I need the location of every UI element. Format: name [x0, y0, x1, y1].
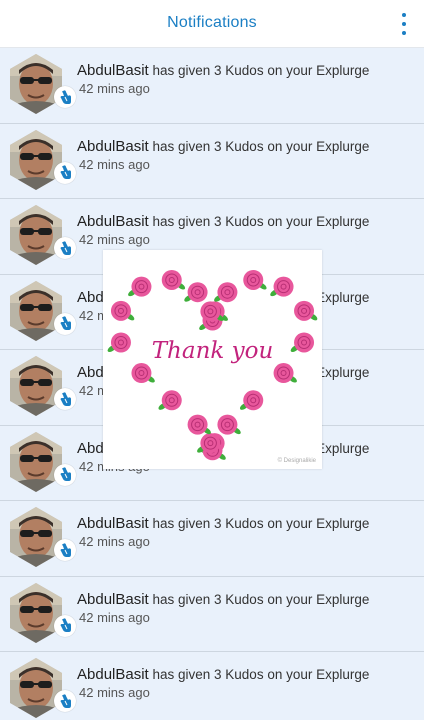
avatar[interactable]	[10, 129, 76, 190]
kudos-hand-icon	[60, 467, 71, 481]
kudos-hand-icon	[60, 693, 71, 708]
kudos-badge	[54, 388, 76, 410]
rose	[184, 282, 208, 303]
kudos-hand-icon	[60, 89, 71, 104]
notification-item[interactable]: AbdulBasit has given 3 Kudos on your Exp…	[0, 576, 424, 652]
rose	[131, 363, 155, 384]
rose	[161, 269, 186, 290]
rose	[214, 282, 238, 303]
timestamp: 42 mins ago	[79, 81, 150, 96]
kudos-badge	[54, 312, 76, 335]
thank-you-image[interactable]: Thank you © Designalikie	[103, 250, 322, 469]
kudos-badge	[54, 690, 76, 712]
rose	[273, 363, 297, 384]
timestamp: 42 mins ago	[79, 534, 150, 549]
avatar[interactable]	[10, 582, 76, 643]
notification-text: AbdulBasit has given 3 Kudos on your Exp…	[77, 515, 369, 532]
timestamp: 42 mins ago	[79, 609, 150, 625]
timestamp: 42 mins ago	[79, 685, 150, 700]
avatar-image	[10, 431, 62, 492]
user-name[interactable]: AbdulBasit	[77, 591, 149, 608]
kudos-hand-icon	[60, 240, 71, 255]
avatar-image	[10, 356, 62, 416]
rose	[270, 276, 294, 297]
kudos-hand-icon	[60, 618, 71, 632]
avatar-image	[10, 54, 62, 114]
timestamp: 42 mins ago	[79, 156, 150, 172]
notification-message: has given 3 Kudos on your Explurge	[152, 667, 370, 682]
rose	[239, 390, 264, 411]
rose	[187, 414, 211, 435]
kudos-badge	[54, 161, 76, 184]
kudos-badge	[54, 86, 76, 108]
kudos-hand-icon	[60, 165, 71, 179]
notification-message: has given 3 Kudos on your Explurge	[152, 138, 370, 154]
notification-text: AbdulBasit has given 3 Kudos on your Exp…	[77, 666, 369, 683]
dot	[402, 22, 406, 26]
user-name[interactable]: AbdulBasit	[77, 62, 149, 79]
rose	[128, 276, 152, 297]
vertical-dots-icon	[402, 13, 406, 17]
user-name[interactable]: AbdulBasit	[77, 666, 149, 683]
app-bar: Notifications	[0, 0, 424, 48]
notification-text: AbdulBasit has given 3 Kudos on your Exp…	[77, 591, 369, 608]
rose	[158, 390, 182, 411]
avatar[interactable]	[10, 431, 76, 492]
avatar[interactable]	[10, 205, 76, 265]
dot	[402, 31, 406, 35]
rose	[243, 269, 267, 290]
avatar[interactable]	[10, 280, 76, 341]
kudos-hand-icon	[60, 316, 71, 330]
avatar-image	[10, 129, 62, 190]
user-name[interactable]: AbdulBasit	[77, 515, 149, 532]
user-name[interactable]: AbdulBasit	[77, 213, 149, 230]
avatar-image	[10, 280, 62, 341]
avatar[interactable]	[10, 54, 76, 114]
kudos-hand-icon	[60, 542, 71, 557]
timestamp: 42 mins ago	[79, 232, 150, 247]
rose	[110, 300, 135, 321]
notification-text: AbdulBasit has given 3 Kudos on your Exp…	[77, 213, 369, 230]
avatar[interactable]	[10, 507, 76, 567]
notification-item[interactable]: AbdulBasit has given 3 Kudos on your Exp…	[0, 652, 424, 720]
rose	[294, 300, 318, 321]
notification-message: has given 3 Kudos on your Explurge	[152, 516, 370, 531]
avatar[interactable]	[10, 658, 76, 718]
avatar-image	[10, 658, 62, 718]
kudos-hand-icon	[60, 391, 71, 406]
watermark: © Designalikie	[277, 458, 316, 464]
avatar-image	[10, 507, 62, 567]
notification-item[interactable]: AbdulBasit has given 3 Kudos on your Exp…	[0, 48, 424, 124]
kudos-badge	[54, 539, 76, 561]
notification-item[interactable]: AbdulBasit has given 3 Kudos on your Exp…	[0, 123, 424, 199]
kudos-badge	[54, 237, 76, 259]
user-name[interactable]: AbdulBasit	[77, 138, 149, 155]
rose	[217, 414, 241, 435]
kudos-badge	[54, 463, 76, 486]
avatar[interactable]	[10, 356, 76, 416]
notification-message: has given 3 Kudos on your Explurge	[152, 591, 370, 607]
kudos-badge	[54, 614, 76, 637]
avatar-image	[10, 205, 62, 265]
notification-text: AbdulBasit has given 3 Kudos on your Exp…	[77, 138, 369, 155]
notification-message: has given 3 Kudos on your Explurge	[152, 63, 370, 78]
thank-you-text: Thank you	[151, 338, 274, 364]
notification-item[interactable]: AbdulBasit has given 3 Kudos on your Exp…	[0, 501, 424, 577]
page-title: Notifications	[167, 14, 257, 31]
avatar-image	[10, 582, 62, 643]
notification-text: AbdulBasit has given 3 Kudos on your Exp…	[77, 62, 369, 79]
notification-message: has given 3 Kudos on your Explurge	[152, 214, 370, 229]
more-options-button[interactable]	[400, 13, 408, 35]
